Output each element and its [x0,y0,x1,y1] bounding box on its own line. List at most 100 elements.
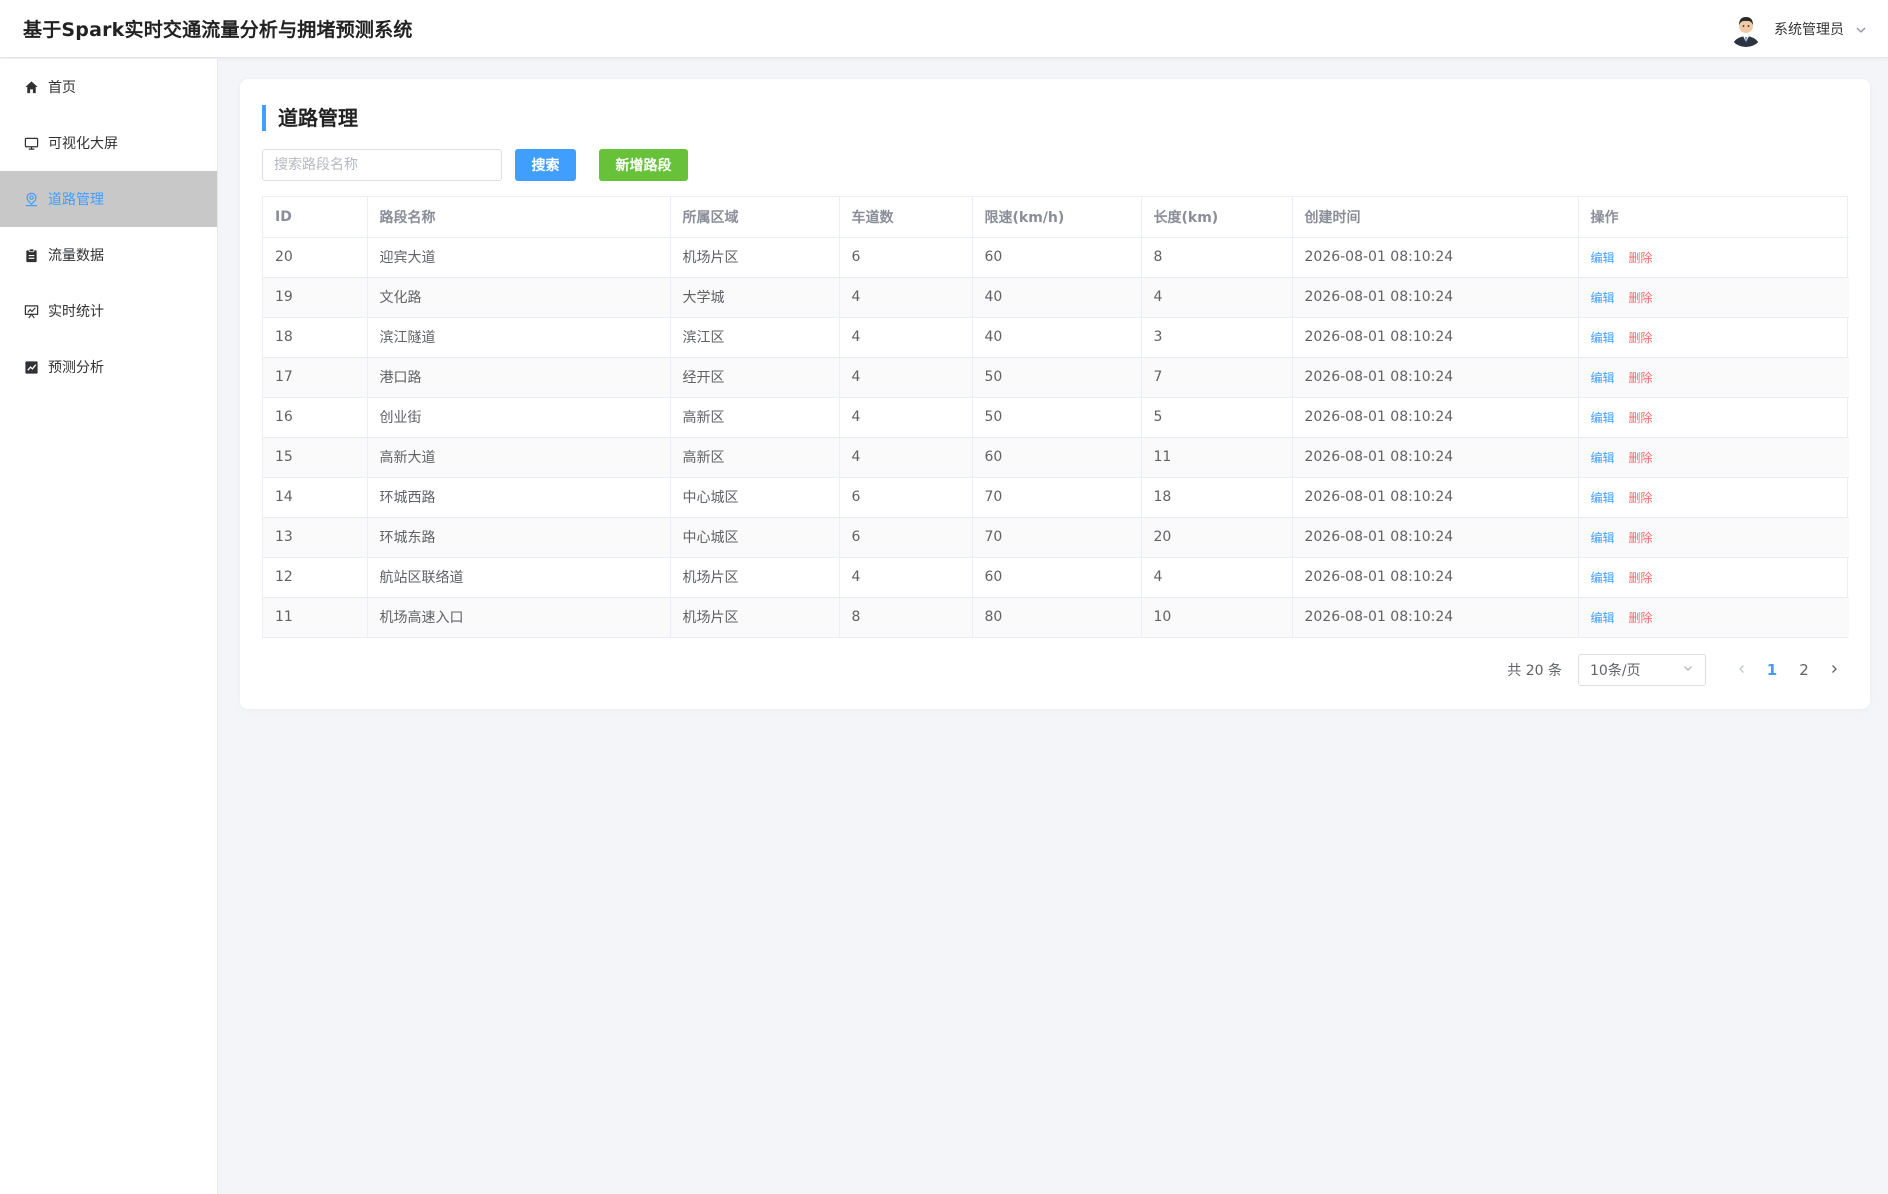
delete-button[interactable]: 删除 [1629,531,1653,545]
table-cell: 20 [1141,517,1293,558]
page-size-value: 10条/页 [1590,663,1641,679]
sidebar-item-prediction[interactable]: 预测分析 [0,339,217,395]
edit-button[interactable]: 编辑 [1591,251,1615,265]
delete-button[interactable]: 删除 [1629,331,1653,345]
table-cell: 8 [1141,237,1293,278]
delete-button[interactable]: 删除 [1629,491,1653,505]
table-row: 13 环城东路 中心城区 6 70 20 2026-08-01 08:10:24 编辑 删除 [263,517,1849,558]
search-button[interactable]: 搜索 [515,149,576,181]
add-road-button[interactable]: 新增路段 [599,149,688,181]
table-cell: 机场片区 [670,557,840,598]
presentation-icon [24,304,39,319]
table-cell: 2026-08-01 08:10:24 [1292,357,1579,398]
table-cell: 2026-08-01 08:10:24 [1292,517,1579,558]
table-row: 15 高新大道 高新区 4 60 11 2026-08-01 08:10:24 编辑 删除 [263,437,1849,478]
table-cell: 滨江隧道 [367,317,671,358]
user-menu[interactable]: 系统管理员 [1728,0,1868,58]
edit-button[interactable]: 编辑 [1591,411,1615,425]
table-cell: 7 [1141,357,1293,398]
actions-cell: 编辑 删除 [1578,437,1849,478]
page-1-button[interactable]: 1 [1756,661,1788,679]
table-cell: 4 [1141,557,1293,598]
table-cell: 4 [839,557,973,598]
sidebar-item-home[interactable]: 首页 [0,59,217,115]
edit-button[interactable]: 编辑 [1591,611,1615,625]
table-cell: 迎宾大道 [367,237,671,278]
chevron-down-icon[interactable] [1854,22,1868,36]
search-input[interactable] [262,149,502,181]
actions-cell: 编辑 删除 [1578,477,1849,518]
table-cell: 2026-08-01 08:10:24 [1292,437,1579,478]
delete-button[interactable]: 删除 [1629,291,1653,305]
table-row: 18 滨江隧道 滨江区 4 40 3 2026-08-01 08:10:24 编辑 删除 [263,317,1849,358]
page-2-button[interactable]: 2 [1788,661,1820,679]
table-cell: 2026-08-01 08:10:24 [1292,277,1579,318]
table-cell: 文化路 [367,277,671,318]
column-header[interactable]: 长度(km) [1141,197,1293,238]
table-cell: 11 [1141,437,1293,478]
column-header[interactable]: 车道数 [839,197,973,238]
column-header[interactable]: 限速(km/h) [972,197,1142,238]
edit-button[interactable]: 编辑 [1591,531,1615,545]
edit-button[interactable]: 编辑 [1591,571,1615,585]
table-cell: 6 [839,477,973,518]
delete-button[interactable]: 删除 [1629,451,1653,465]
table-cell: 18 [263,317,368,358]
table-cell: 13 [263,517,368,558]
table-cell: 中心城区 [670,477,840,518]
chevron-down-icon [1682,662,1694,678]
actions-cell: 编辑 删除 [1578,397,1849,438]
edit-button[interactable]: 编辑 [1591,291,1615,305]
home-icon [24,80,39,95]
table-cell: 50 [972,397,1142,438]
table-cell: 高新区 [670,397,840,438]
delete-button[interactable]: 删除 [1629,411,1653,425]
column-header[interactable]: 所属区域 [670,197,840,238]
delete-button[interactable]: 删除 [1629,251,1653,265]
table-cell: 11 [263,597,368,637]
table-cell: 70 [972,517,1142,558]
sidebar-item-traffic-data[interactable]: 流量数据 [0,227,217,283]
actions-cell: 编辑 删除 [1578,357,1849,398]
total-count: 共 20 条 [1507,663,1562,679]
sidebar-item-dashboard[interactable]: 可视化大屏 [0,115,217,171]
sidebar: 首页 可视化大屏 道路管理 流量数据 实时统计 预测分析 [0,59,218,1194]
table-cell: 18 [1141,477,1293,518]
roads-table: ID 路段名称 所属区域 车道数 限速(km/h) 长度(km) 创建时间 操作… [262,196,1849,638]
table-cell: 4 [839,437,973,478]
table-cell: 14 [263,477,368,518]
table-cell: 2026-08-01 08:10:24 [1292,557,1579,598]
page-size-select[interactable]: 10条/页 [1578,654,1706,686]
column-header[interactable]: ID [263,197,368,238]
sidebar-item-label: 首页 [48,80,76,96]
actions-cell: 编辑 删除 [1578,597,1849,637]
edit-button[interactable]: 编辑 [1591,451,1615,465]
next-page-button[interactable] [1820,662,1848,678]
edit-button[interactable]: 编辑 [1591,331,1615,345]
table-cell: 5 [1141,397,1293,438]
table-cell: 60 [972,557,1142,598]
delete-button[interactable]: 删除 [1629,611,1653,625]
prev-page-button[interactable] [1728,662,1756,678]
delete-button[interactable]: 删除 [1629,371,1653,385]
edit-button[interactable]: 编辑 [1591,371,1615,385]
column-header[interactable]: 路段名称 [367,197,671,238]
table-cell: 港口路 [367,357,671,398]
table-cell: 60 [972,237,1142,278]
sidebar-item-realtime-stats[interactable]: 实时统计 [0,283,217,339]
column-header[interactable]: 操作 [1578,197,1849,238]
table-cell: 6 [839,517,973,558]
sidebar-item-roads[interactable]: 道路管理 [0,171,217,227]
table-cell: 创业街 [367,397,671,438]
table-cell: 15 [263,437,368,478]
edit-button[interactable]: 编辑 [1591,491,1615,505]
sidebar-item-label: 实时统计 [48,304,104,320]
actions-cell: 编辑 删除 [1578,237,1849,278]
table-row: 17 港口路 经开区 4 50 7 2026-08-01 08:10:24 编辑 删除 [263,357,1849,398]
table-header-row: ID 路段名称 所属区域 车道数 限速(km/h) 长度(km) 创建时间 操作 [263,197,1849,238]
avatar[interactable] [1728,11,1764,47]
table-cell: 2026-08-01 08:10:24 [1292,477,1579,518]
column-header[interactable]: 创建时间 [1292,197,1579,238]
user-name[interactable]: 系统管理员 [1774,19,1844,39]
delete-button[interactable]: 删除 [1629,571,1653,585]
